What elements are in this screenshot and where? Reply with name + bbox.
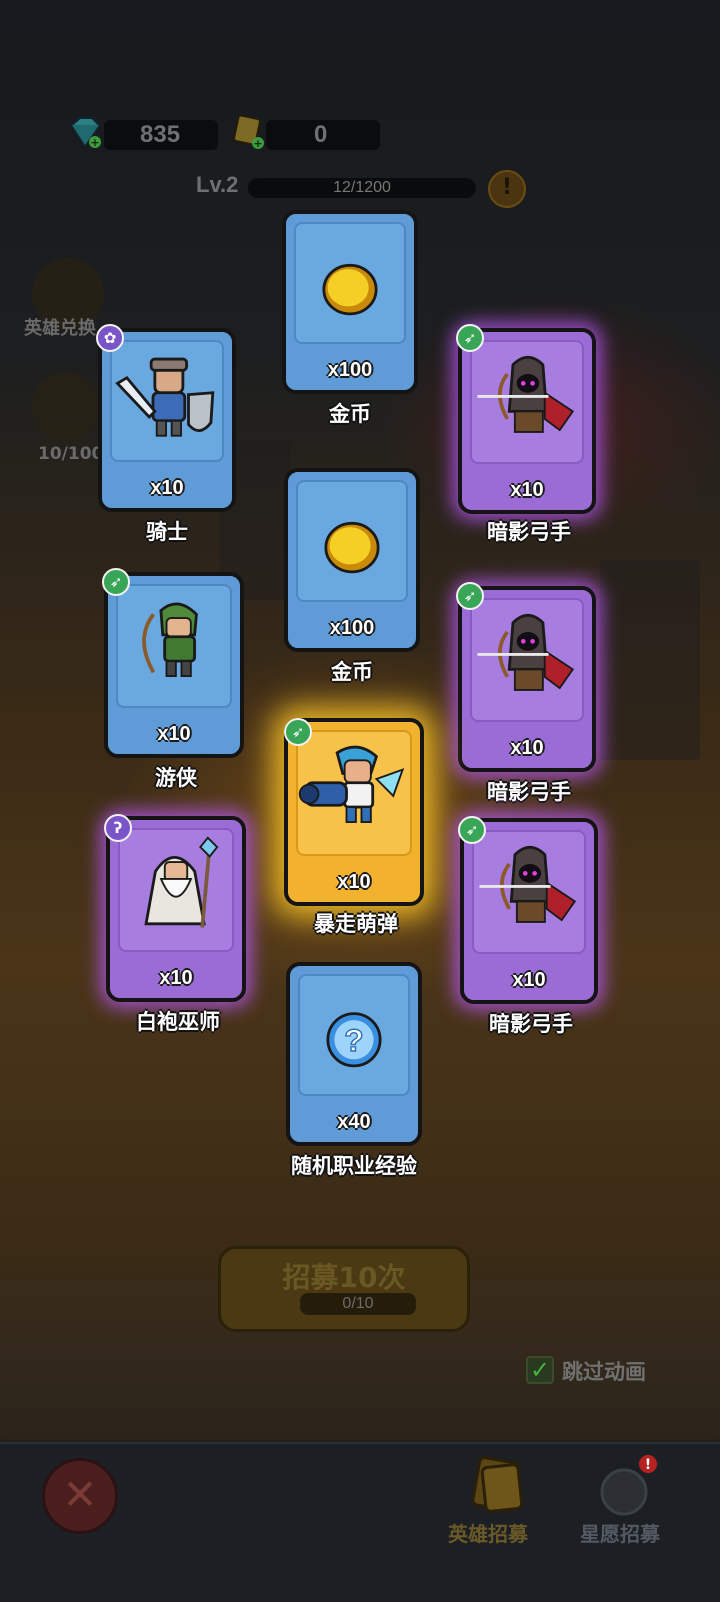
bow-class-icon: ➶ [456, 324, 484, 352]
reward-quantity: x10 [337, 871, 371, 893]
reward-quantity: x10 [510, 737, 544, 759]
recruit-10-label: 招募10次 [282, 1261, 406, 1294]
tab-wish-recruit[interactable]: 星愿招募 [580, 1518, 660, 1547]
gem-icon: + [70, 117, 101, 149]
tab-hero-recruit[interactable]: 英雄招募 [448, 1518, 528, 1547]
gold-coin-icon [322, 263, 378, 316]
reward-name: 暗影弓手 [487, 520, 571, 544]
player-level: Lv.2 [196, 172, 239, 197]
reward-quantity: x10 [510, 479, 544, 501]
paw-class-icon: ✿ [96, 324, 124, 352]
reward-name: 金币 [329, 402, 371, 426]
reward-quantity: x40 [337, 1111, 371, 1133]
cannon-hero-icon [298, 745, 405, 823]
star-button[interactable] [32, 372, 100, 440]
bow-class-icon: ➶ [102, 568, 130, 596]
reward-quantity: x10 [159, 967, 193, 989]
reward-name: 暗影弓手 [487, 780, 571, 804]
skip-animation-label: 跳过动画 [562, 1360, 646, 1384]
gem-count: 835 [140, 121, 181, 148]
reward-name: 游侠 [155, 766, 197, 790]
reward-quantity: x10 [512, 969, 546, 991]
question-orb-icon: ? [326, 1012, 382, 1068]
ranger-icon [142, 602, 198, 677]
reward-name: 暴走萌弹 [314, 912, 398, 936]
shadow-archer-icon [477, 355, 575, 433]
bow-class-icon: ➶ [284, 718, 312, 746]
reward-name: 白袍巫师 [136, 1010, 220, 1034]
reward-quantity: x10 [150, 477, 184, 499]
shadow-archer-icon [479, 845, 577, 923]
reward-card-ranger[interactable]: x10 [104, 572, 244, 758]
reward-card-cannon-hero[interactable]: x10 [284, 718, 424, 906]
wish-recruit-icon: ! [600, 1455, 657, 1516]
reward-card-knight[interactable]: x10 [98, 328, 236, 512]
warning-icon[interactable]: ! [488, 170, 526, 208]
reward-card-shadow-archer[interactable]: x10 [460, 818, 598, 1004]
reward-card-random-class-exp[interactable]: ? x40 [286, 962, 422, 1146]
gold-coin-icon [324, 521, 380, 574]
hero-exchange-label: 英雄兑换 [24, 318, 96, 339]
reward-quantity: x100 [327, 359, 373, 381]
reward-name: 随机职业经验 [291, 1154, 417, 1178]
shadow-archer-icon [477, 613, 575, 691]
reward-quantity: x100 [329, 617, 375, 639]
reward-card-shadow-archer[interactable]: x10 [458, 586, 596, 772]
close-icon[interactable]: ✕ [42, 1458, 118, 1534]
ticket-icon: + [233, 114, 264, 150]
recruit-progress-text: 0/10 [342, 1295, 374, 1312]
svg-text:+: + [90, 136, 99, 149]
xp-text: 12/1200 [333, 179, 391, 196]
castle-tower [600, 560, 700, 760]
reward-card-gold-coins[interactable]: x100 [284, 468, 420, 652]
star-count: 10/100 [38, 444, 104, 464]
reward-card-white-wizard[interactable]: x10 [106, 816, 246, 1002]
bow-class-icon: ➶ [456, 582, 484, 610]
reward-name: 金币 [331, 660, 373, 684]
svg-text:!: ! [645, 1457, 651, 1473]
knight-icon [115, 357, 215, 437]
svg-text:?: ? [344, 1022, 363, 1058]
hero-recruit-icon [471, 1456, 524, 1513]
svg-text:+: + [253, 137, 262, 150]
ticket-count: 0 [314, 121, 328, 148]
skip-animation-checkbox[interactable]: ✓ [526, 1356, 554, 1384]
reward-quantity: x10 [157, 723, 191, 745]
reward-name: 骑士 [146, 520, 188, 544]
bow-class-icon: ➶ [458, 816, 486, 844]
reward-card-shadow-archer[interactable]: x10 [458, 328, 596, 514]
reward-name: 暗影弓手 [489, 1012, 573, 1036]
magic-class-icon: ʔ [104, 814, 132, 842]
white-wizard-icon [144, 836, 219, 928]
reward-card-gold-coins[interactable]: x100 [282, 210, 418, 394]
